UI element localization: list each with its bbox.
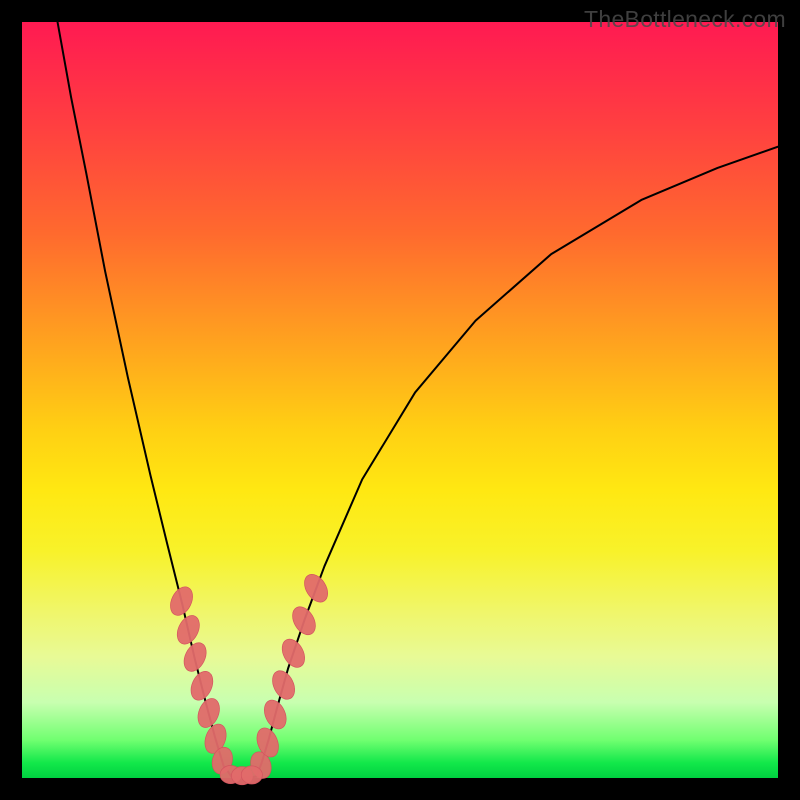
bead-left-1 bbox=[173, 612, 204, 648]
chart-svg bbox=[22, 22, 778, 778]
curve-left-branch bbox=[58, 22, 232, 776]
bead-left-2 bbox=[180, 639, 211, 675]
chart-frame: TheBottleneck.com bbox=[0, 0, 800, 800]
curve-right-branch bbox=[256, 147, 778, 777]
bead-floor-2 bbox=[241, 766, 262, 784]
bead-group bbox=[166, 570, 332, 785]
bead-right-3 bbox=[268, 667, 299, 703]
bead-left-0 bbox=[166, 583, 197, 619]
bead-right-6 bbox=[300, 570, 333, 606]
curve-group bbox=[58, 22, 778, 778]
bead-right-5 bbox=[288, 603, 320, 639]
bead-right-4 bbox=[278, 635, 310, 671]
watermark-text: TheBottleneck.com bbox=[584, 6, 786, 33]
bead-right-2 bbox=[260, 697, 290, 733]
